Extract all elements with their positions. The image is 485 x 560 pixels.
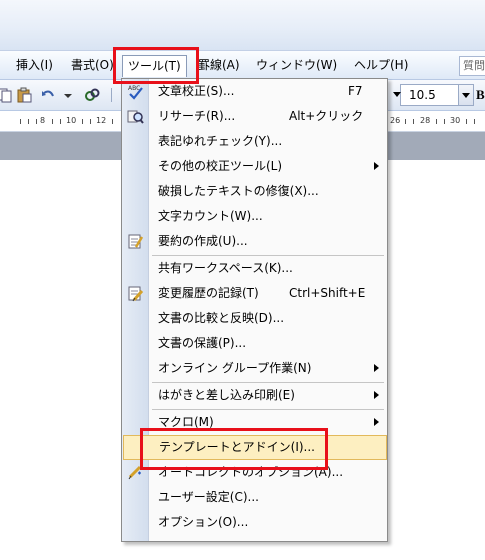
ruler-number: 28: [420, 116, 431, 125]
menu-item-protect-document[interactable]: 文書の保護(P)...: [122, 331, 387, 356]
submenu-arrow-icon: [374, 391, 379, 399]
chevron-down-icon[interactable]: [390, 84, 401, 104]
copy-icon[interactable]: [0, 87, 12, 103]
submenu-arrow-icon: [374, 162, 379, 170]
menu-item-macro[interactable]: マクロ(M): [122, 410, 387, 435]
research-icon: [127, 110, 144, 124]
menu-item-spelling[interactable]: ABC 文章校正(S)... F7: [122, 79, 387, 104]
paste-icon[interactable]: [16, 87, 32, 103]
menu-item-autocorrect[interactable]: オートコレクトのオプション(A)...: [122, 460, 387, 485]
ruler-number: 30: [450, 116, 461, 125]
hyperlink-icon[interactable]: [84, 87, 100, 103]
menu-item-online-collaboration[interactable]: オンライン グループ作業(N): [122, 356, 387, 381]
menu-item-track-changes[interactable]: 変更履歴の記録(T) Ctrl+Shift+E: [122, 281, 387, 306]
autocorrect-icon: [128, 465, 142, 480]
submenu-arrow-icon: [374, 418, 379, 426]
font-size-value: 10.5: [409, 88, 436, 102]
tools-menu: ABC 文章校正(S)... F7 リサーチ(R)... Alt+クリック 表記…: [121, 78, 388, 542]
help-search-input[interactable]: 質問: [459, 56, 485, 76]
submenu-arrow-icon: [374, 364, 379, 372]
font-name-arrow[interactable]: [390, 84, 401, 104]
menu-table[interactable]: 罫線(A): [196, 56, 242, 74]
menu-item-templates-addins[interactable]: テンプレートとアドイン(I)...: [123, 435, 387, 460]
menu-bar: 挿入(I) 書式(O) ツール(T) 罫線(A) ウィンドウ(W) ヘルプ(H)…: [0, 51, 485, 80]
menu-item-mail-merge[interactable]: はがきと差し込み印刷(E): [122, 383, 387, 408]
menu-item-research[interactable]: リサーチ(R)... Alt+クリック: [122, 104, 387, 129]
spelling-check-icon: ABC: [128, 85, 143, 100]
chevron-down-icon[interactable]: [458, 85, 473, 105]
menu-tools[interactable]: ツール(T): [122, 55, 187, 77]
menu-item-repair-text[interactable]: 破損したテキストの修復(X)...: [122, 179, 387, 204]
menu-item-word-count[interactable]: 文字カウント(W)...: [122, 204, 387, 229]
menu-item-compare-merge[interactable]: 文書の比較と反映(D)...: [122, 306, 387, 331]
menu-insert[interactable]: 挿入(I): [14, 56, 55, 74]
menu-format[interactable]: 書式(O): [69, 56, 116, 74]
menu-item-shared-workspace[interactable]: 共有ワークスペース(K)...: [122, 256, 387, 281]
menu-item-notation-check[interactable]: 表記ゆれチェック(Y)...: [122, 129, 387, 154]
menu-item-options[interactable]: オプション(O)...: [122, 510, 387, 535]
ruler-number: 8: [40, 116, 46, 125]
ruler-number: 10: [66, 116, 77, 125]
menu-item-other-proofing[interactable]: その他の校正ツール(L): [122, 154, 387, 179]
menu-help[interactable]: ヘルプ(H): [352, 56, 410, 74]
track-changes-icon: [128, 286, 144, 302]
menu-window[interactable]: ウィンドウ(W): [254, 56, 339, 74]
title-bar: [0, 0, 485, 51]
separator-icon: [111, 88, 112, 102]
bold-button[interactable]: B: [476, 87, 485, 103]
menu-item-customize[interactable]: ユーザー設定(C)...: [122, 485, 387, 510]
summary-icon: [128, 234, 144, 249]
undo-icon[interactable]: [40, 87, 56, 103]
menu-item-auto-summarize[interactable]: 要約の作成(U)...: [122, 229, 387, 254]
ruler-number: 26: [390, 116, 401, 125]
font-size-select[interactable]: 10.5: [400, 84, 474, 106]
ruler-number: 12: [96, 116, 107, 125]
chevron-down-icon[interactable]: [60, 87, 76, 103]
